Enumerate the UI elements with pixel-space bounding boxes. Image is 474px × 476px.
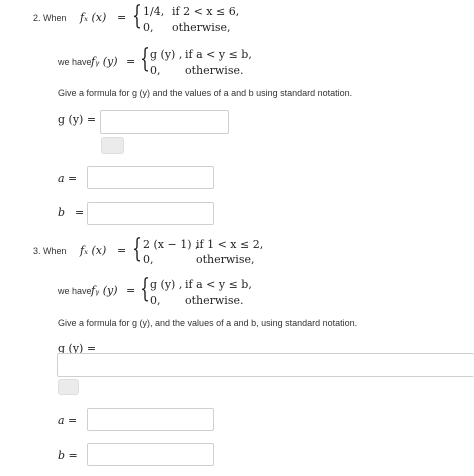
q2-case2-value: 0, <box>143 21 154 34</box>
q2-fy-brace: { <box>140 44 150 74</box>
q3-fx-brace: { <box>132 234 142 264</box>
q2-fy-case2-value: 0, <box>150 64 161 77</box>
q3-fy-case1-condition: if a < y ≤ b, <box>185 278 252 291</box>
q3-a-input[interactable] <box>87 408 214 431</box>
q3-case2-condition: otherwise, <box>196 253 255 266</box>
q3-fy-case1-value: g (y) , <box>150 278 183 291</box>
q2-b-input[interactable] <box>87 202 214 225</box>
q3-g-input[interactable] <box>57 353 474 377</box>
q3-case2-value: 0, <box>143 253 154 266</box>
q3-fy-case2-value: 0, <box>150 294 161 307</box>
q3-g-preview-button[interactable] <box>58 379 79 395</box>
q3-fy-case2-condition: otherwise. <box>185 294 244 307</box>
q2-a-label: a = <box>58 172 78 185</box>
q3-a-label: a = <box>58 414 78 427</box>
q3-we-have: we have <box>58 286 92 296</box>
q2-a-input[interactable] <box>87 166 214 189</box>
q3-case1-condition: if 1 < x ≤ 2, <box>196 238 264 251</box>
q2-b-label: b <box>58 206 66 219</box>
q2-number: 2. When <box>33 13 67 23</box>
q2-fx-brace: { <box>132 1 142 31</box>
q2-case1-value: 1/4, <box>143 5 165 18</box>
q2-fy: fᵧ (y) <box>91 55 118 68</box>
q3-fy-brace: { <box>140 274 150 304</box>
q3-equals: = <box>117 244 127 257</box>
q2-instruction: Give a formula for g (y) and the values … <box>58 88 353 98</box>
q2-fx: fₓ (x) <box>80 11 107 24</box>
q2-fy-case1-condition: if a < y ≤ b, <box>185 48 252 61</box>
q3-fy: fᵧ (y) <box>91 284 118 297</box>
q3-fy-equals: = <box>126 284 136 297</box>
q2-fy-equals: = <box>126 55 136 68</box>
q2-equals: = <box>117 11 127 24</box>
q3-instruction: Give a formula for g (y), and the values… <box>58 318 358 328</box>
q2-b-equals: = <box>75 206 85 219</box>
page: 2. When fₓ (x) = { 1/4, if 2 < x ≤ 6, 0,… <box>0 0 474 476</box>
q2-we-have: we have <box>58 57 92 67</box>
q3-b-label: b = <box>58 449 78 462</box>
q2-fy-case2-condition: otherwise. <box>185 64 244 77</box>
q2-g-preview-button[interactable] <box>101 137 124 154</box>
q3-number: 3. When <box>33 246 67 256</box>
q2-case1-condition: if 2 < x ≤ 6, <box>172 5 240 18</box>
q3-case1-value: 2 (x − 1) , <box>143 238 199 251</box>
q2-fy-case1-value: g (y) , <box>150 48 183 61</box>
q2-case2-condition: otherwise, <box>172 21 231 34</box>
q2-g-input[interactable] <box>100 110 229 134</box>
q2-g-label: g (y) = <box>58 113 97 126</box>
q3-fx: fₓ (x) <box>80 244 107 257</box>
q3-b-input[interactable] <box>87 443 214 466</box>
